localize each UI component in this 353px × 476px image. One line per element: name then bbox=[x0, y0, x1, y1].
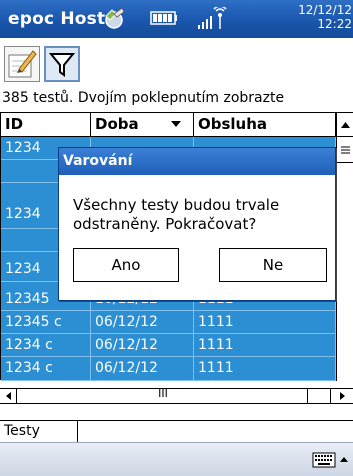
cell-doba: 06/12/12 bbox=[91, 357, 194, 380]
soft-key-bar bbox=[0, 442, 353, 476]
toolbar bbox=[0, 38, 353, 90]
column-header-obsluha[interactable]: Obsluha bbox=[194, 113, 336, 137]
warning-dialog: Varování Všechny testy budou trvale odst… bbox=[58, 147, 336, 301]
scroll-up-button[interactable] bbox=[337, 113, 353, 137]
activesync-icon[interactable] bbox=[100, 4, 128, 32]
keyboard-icon[interactable] bbox=[312, 452, 336, 468]
scroll-left-button[interactable] bbox=[0, 389, 17, 403]
column-header-id[interactable]: ID bbox=[1, 113, 91, 137]
clock-date: 12/12/12 bbox=[298, 3, 352, 17]
grip-icon bbox=[341, 146, 350, 154]
table-row[interactable]: 1234 c 06/12/12 1111 bbox=[1, 334, 336, 357]
scroll-right-button[interactable] bbox=[330, 389, 352, 403]
horizontal-scrollbar[interactable]: III bbox=[0, 387, 353, 404]
table-header: ID Doba Obsluha bbox=[1, 113, 353, 137]
edit-button[interactable] bbox=[4, 46, 40, 82]
test-count-info: 385 testů. Dvojím poklepnutím zobrazte bbox=[2, 90, 285, 106]
arrow-left-icon bbox=[6, 392, 11, 400]
dialog-title: Varování bbox=[59, 148, 335, 175]
arrow-right-icon bbox=[340, 392, 345, 400]
arrow-up-icon bbox=[341, 122, 350, 128]
cell-id: 12345 c bbox=[1, 311, 91, 334]
tab-testy[interactable]: Testy bbox=[0, 421, 78, 443]
dialog-message: Všechny testy budou trvale odstraněny. P… bbox=[73, 196, 280, 233]
edit-icon bbox=[8, 50, 37, 78]
clock-time: 12:22 bbox=[317, 17, 352, 31]
vertical-scrollbar[interactable] bbox=[336, 113, 353, 381]
no-button[interactable]: Ne bbox=[219, 248, 327, 282]
input-menu-arrow-icon[interactable] bbox=[340, 457, 348, 462]
cell-id: 1234 c bbox=[1, 357, 91, 380]
clock[interactable]: 12/12/12 12:22 bbox=[296, 3, 352, 31]
yes-button[interactable]: Ano bbox=[73, 248, 179, 282]
grip-label: III bbox=[158, 387, 168, 400]
sort-descending-icon bbox=[171, 121, 181, 127]
horizontal-scroll-thumb[interactable]: III bbox=[18, 387, 308, 403]
cell-obsluha: 1111 bbox=[194, 311, 336, 334]
table-row[interactable]: 1234 c 06/12/12 1111 bbox=[1, 357, 336, 381]
column-header-doba[interactable]: Doba bbox=[91, 113, 194, 137]
filter-button[interactable] bbox=[44, 46, 80, 82]
cell-id: 1234 c bbox=[1, 334, 91, 357]
tab-strip: Testy bbox=[0, 420, 353, 443]
signal-strength-icon[interactable] bbox=[196, 7, 230, 31]
cell-doba: 06/12/12 bbox=[91, 334, 194, 357]
app-title: epoc Host bbox=[8, 9, 106, 29]
battery-icon[interactable] bbox=[150, 11, 178, 25]
table-row[interactable]: 12345 c 06/12/12 1111 bbox=[1, 311, 336, 334]
cell-obsluha: 1111 bbox=[194, 357, 336, 380]
cell-obsluha: 1111 bbox=[194, 334, 336, 357]
cell-doba: 06/12/12 bbox=[91, 311, 194, 334]
title-bar: epoc Host 12/12/12 12:22 bbox=[0, 0, 353, 38]
filter-icon bbox=[48, 53, 76, 77]
scroll-thumb[interactable] bbox=[337, 137, 353, 163]
